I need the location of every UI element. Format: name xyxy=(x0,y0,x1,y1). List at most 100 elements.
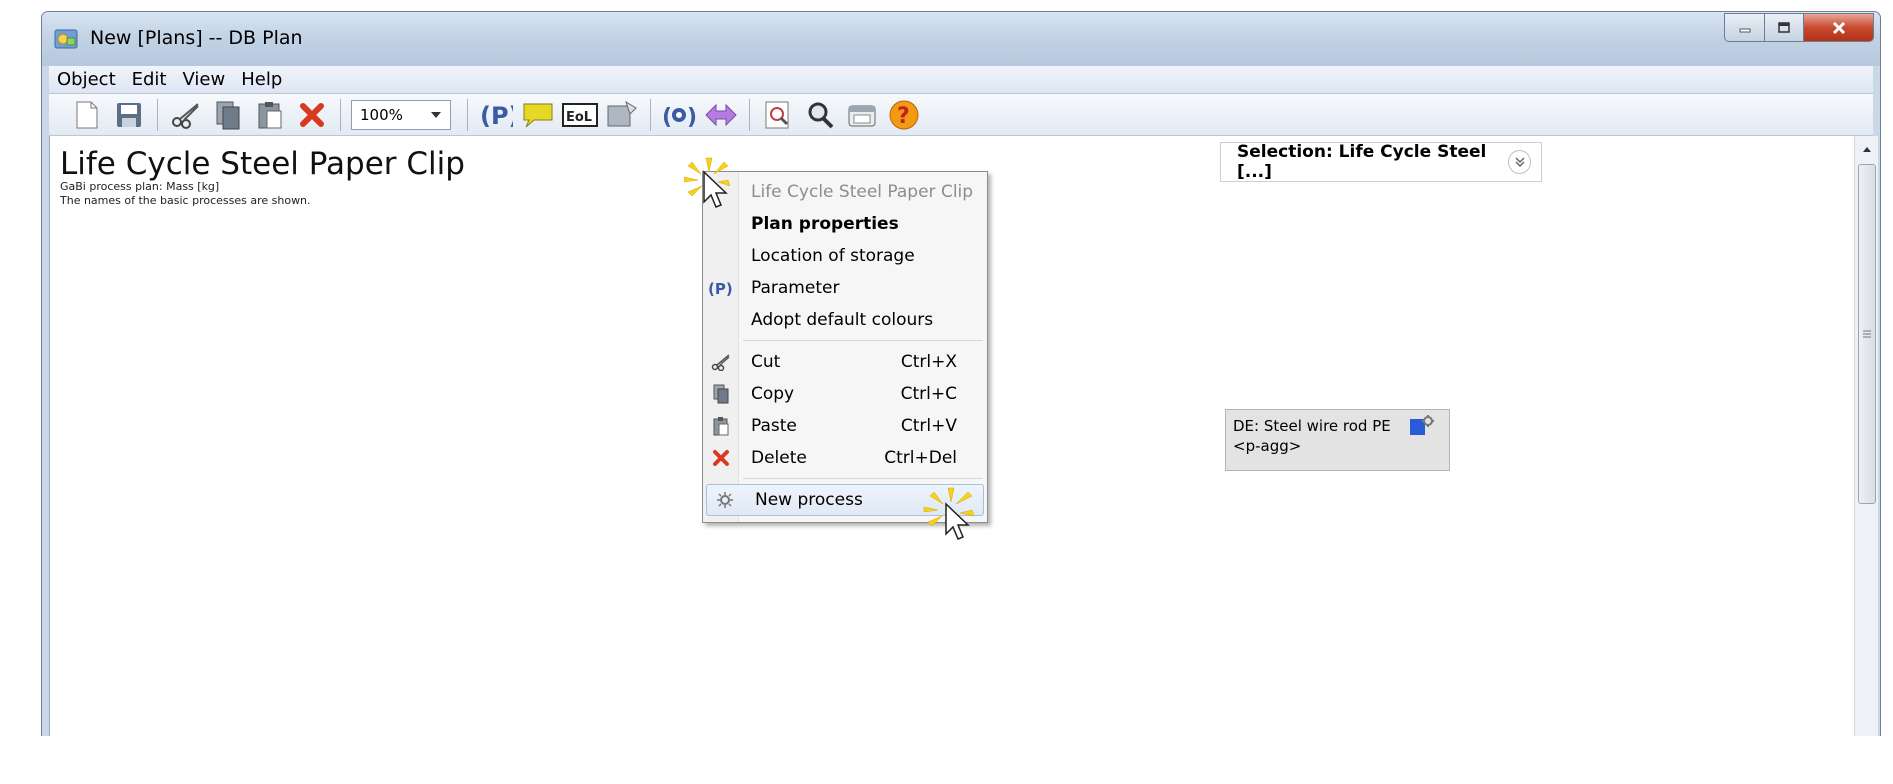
ctx-delete[interactable]: Delete Ctrl+Del xyxy=(703,442,987,474)
ctx-parameter-label: Parameter xyxy=(751,278,840,298)
svg-text:(P): (P) xyxy=(480,102,513,130)
svg-text:(P): (P) xyxy=(708,280,733,298)
plan-title: Life Cycle Steel Paper Clip xyxy=(60,146,465,182)
ctx-plan-properties-label: Plan properties xyxy=(751,214,899,234)
close-icon xyxy=(1832,21,1845,34)
ctx-copy[interactable]: Copy Ctrl+C xyxy=(703,378,987,410)
parameter-icon: (P) xyxy=(480,102,513,130)
close-button[interactable] xyxy=(1804,13,1874,42)
svg-text:): ) xyxy=(687,105,696,130)
maximize-icon xyxy=(1778,21,1790,33)
ctx-location-of-storage[interactable]: Location of storage xyxy=(703,240,987,272)
double-chevron-down-icon xyxy=(1515,157,1525,168)
page-zoom-icon xyxy=(765,101,789,128)
ctx-copy-shortcut: Ctrl+C xyxy=(900,384,957,404)
copy-button[interactable] xyxy=(210,97,246,133)
paste-button[interactable] xyxy=(252,97,288,133)
toolbar: 100% (P) EoL () xyxy=(49,94,1873,136)
toolbar-separator xyxy=(467,98,468,131)
svg-text:EoL: EoL xyxy=(566,110,592,125)
process-gear-icon xyxy=(1410,415,1434,435)
menu-view[interactable]: View xyxy=(174,69,233,90)
save-button[interactable] xyxy=(111,97,147,133)
title-bar: New [Plans] -- DB Plan xyxy=(42,12,1880,66)
search-button[interactable] xyxy=(802,97,838,133)
copy-icon xyxy=(216,101,240,129)
copy-icon xyxy=(713,384,729,404)
process-node[interactable]: DE: Steel wire rod PE <p-agg> xyxy=(1225,409,1450,471)
scissors-icon xyxy=(172,102,199,129)
plan-button[interactable] xyxy=(604,97,640,133)
plan-subtitle-line2: The names of the basic processes are sho… xyxy=(60,194,311,207)
cut-button[interactable] xyxy=(168,97,204,133)
gear-icon xyxy=(717,492,733,508)
plan-subtitle-line1: GaBi process plan: Mass [kg] xyxy=(60,180,220,193)
minimize-button[interactable] xyxy=(1724,13,1765,42)
paste-icon xyxy=(713,417,729,436)
toolbar-separator xyxy=(157,98,158,131)
menu-edit[interactable]: Edit xyxy=(124,69,175,90)
zoom-select[interactable]: 100% xyxy=(351,99,451,130)
context-menu: Life Cycle Steel Paper Clip Plan propert… xyxy=(702,171,988,523)
svg-text:(: ( xyxy=(662,105,672,130)
ctx-paste-label: Paste xyxy=(751,416,797,436)
window-title: New [Plans] -- DB Plan xyxy=(90,27,303,49)
menu-bar: Object Edit View Help xyxy=(49,66,1873,94)
search-icon xyxy=(808,102,834,128)
ctx-cut-shortcut: Ctrl+X xyxy=(900,352,957,372)
ctx-plan-properties[interactable]: Plan properties xyxy=(703,208,987,240)
new-document-icon xyxy=(76,101,98,128)
delete-button[interactable] xyxy=(294,97,330,133)
grip-icon xyxy=(1863,330,1871,338)
chevron-down-icon xyxy=(431,111,441,118)
ctx-copy-label: Copy xyxy=(751,384,795,404)
vertical-scrollbar[interactable] xyxy=(1854,136,1878,736)
ctx-paste[interactable]: Paste Ctrl+V xyxy=(703,410,987,442)
ctx-header: Life Cycle Steel Paper Clip xyxy=(703,176,987,208)
ctx-delete-shortcut: Ctrl+Del xyxy=(884,448,957,468)
ctx-paste-shortcut: Ctrl+V xyxy=(900,416,957,436)
plan-icon xyxy=(607,100,637,126)
click-burst-cursor-icon xyxy=(684,157,731,208)
save-icon xyxy=(117,102,141,127)
flow-arrow-button[interactable] xyxy=(703,97,739,133)
quality-icon: () xyxy=(662,105,696,130)
menu-help[interactable]: Help xyxy=(233,69,290,90)
paste-icon xyxy=(258,101,282,128)
ctx-adopt-default-colours-label: Adopt default colours xyxy=(751,310,934,330)
ctx-delete-label: Delete xyxy=(751,448,807,468)
ctx-location-of-storage-label: Location of storage xyxy=(751,246,915,266)
print-button[interactable] xyxy=(844,97,880,133)
selection-panel[interactable]: Selection: Life Cycle Steel [...] xyxy=(1220,142,1542,182)
new-button[interactable] xyxy=(69,97,105,133)
double-arrow-icon xyxy=(705,103,737,126)
context-menu-separator xyxy=(743,478,983,479)
ctx-adopt-default-colours[interactable]: Adopt default colours xyxy=(703,304,987,336)
comment-button[interactable] xyxy=(520,97,556,133)
preview-button[interactable] xyxy=(760,97,796,133)
window-print-icon xyxy=(848,105,876,126)
scissors-icon xyxy=(711,354,730,371)
toolbar-separator xyxy=(650,98,651,131)
eol-button[interactable]: EoL xyxy=(562,97,598,133)
plan-subtitle: GaBi process plan: Mass [kg] The names o… xyxy=(60,180,311,208)
delete-icon xyxy=(713,450,729,466)
help-button[interactable]: ? xyxy=(886,97,922,133)
scroll-up-arrow-icon[interactable] xyxy=(1855,136,1878,162)
menu-object[interactable]: Object xyxy=(49,69,124,90)
maximize-button[interactable] xyxy=(1765,13,1804,42)
ctx-cut[interactable]: Cut Ctrl+X xyxy=(703,346,987,378)
collapse-icon[interactable] xyxy=(1508,150,1531,174)
toolbar-separator xyxy=(340,98,341,131)
scroll-thumb[interactable] xyxy=(1858,164,1876,504)
minimize-icon xyxy=(1739,28,1750,32)
parameter-icon: (P) xyxy=(708,280,733,298)
parameter-button[interactable]: (P) xyxy=(478,97,514,133)
process-type: <p-agg> xyxy=(1233,437,1302,455)
quality-button[interactable]: () xyxy=(661,97,697,133)
ctx-parameter[interactable]: (P) Parameter xyxy=(703,272,987,304)
selection-label: Selection: Life Cycle Steel [...] xyxy=(1237,142,1487,182)
click-burst-cursor-icon xyxy=(923,487,975,540)
eol-icon: EoL xyxy=(562,102,598,127)
speech-bubble-icon xyxy=(523,103,553,127)
